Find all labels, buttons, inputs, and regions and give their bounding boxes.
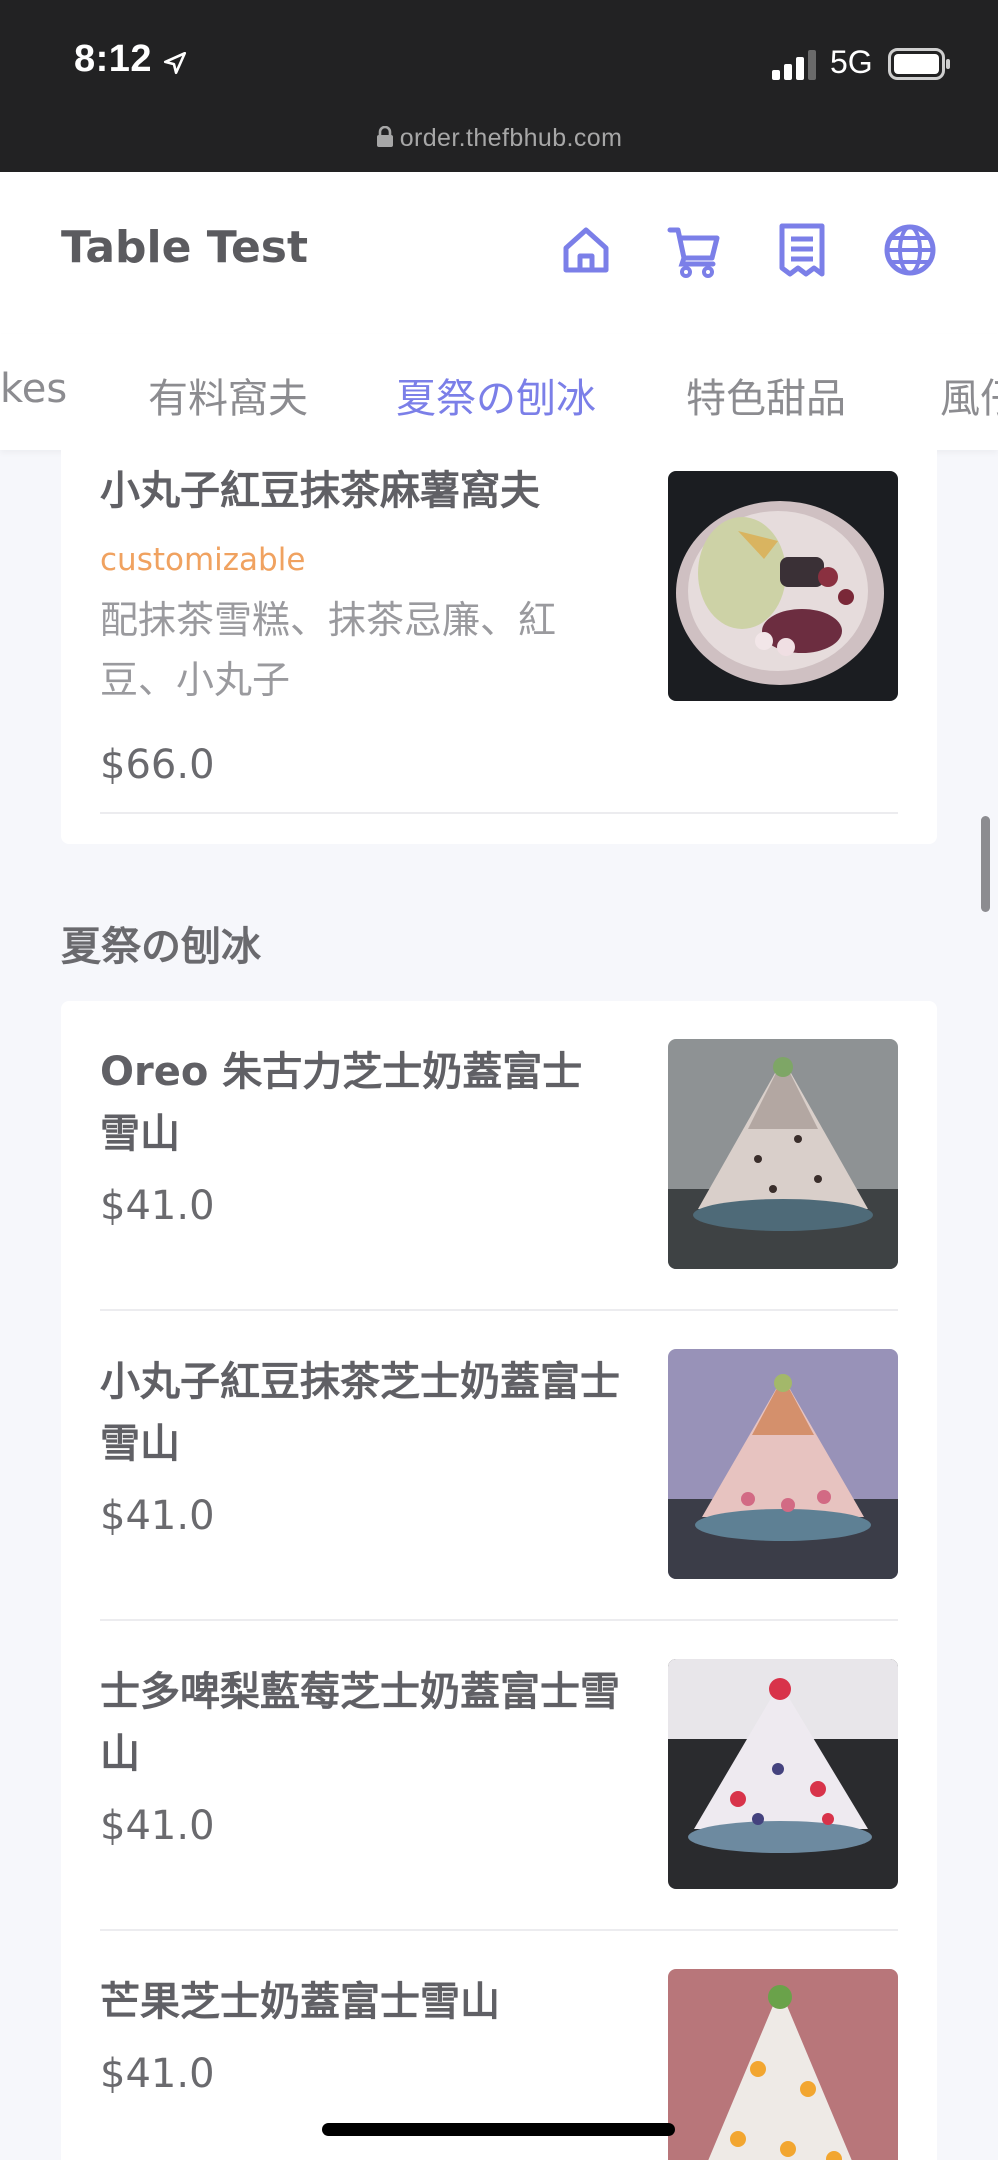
menu-card: 小丸子紅豆抹茶麻薯窩夫 customizable 配抹茶雪糕、抹茶忌廉、紅豆、小… [61,420,937,844]
menu-item[interactable]: 小丸子紅豆抹茶麻薯窩夫 customizable 配抹茶雪糕、抹茶忌廉、紅豆、小… [61,420,937,844]
item-name: 小丸子紅豆抹茶芝士奶蓋富士雪山 [100,1359,620,1467]
menu-item[interactable]: Oreo 朱古力芝士奶蓋富士雪山 $41.0 [61,1001,937,1311]
tab-egg-waffle[interactable]: 風仔 [940,366,998,424]
status-time: 8:12 [74,38,153,80]
tab-special-desserts[interactable]: 特色甜品 [686,366,846,424]
globe-icon[interactable] [882,222,938,278]
menu-content: 小丸子紅豆抹茶麻薯窩夫 customizable 配抹茶雪糕、抹茶忌廉、紅豆、小… [0,420,998,2160]
item-name: 士多啤梨藍莓芝士奶蓋富士雪山 [100,1669,620,1777]
item-name: 芒果芝士奶蓋富士雪山 [100,1979,500,2025]
lock-icon [376,125,394,155]
customizable-badge: customizable [100,542,306,578]
item-photo[interactable] [668,471,898,701]
receipt-icon[interactable] [774,222,830,278]
home-icon[interactable] [558,222,614,278]
scrollbar[interactable] [981,816,990,912]
table-title: Table Test [61,222,309,273]
item-price: $41.0 [100,1493,215,1539]
screen: 8:12 5G order.thefbhub.com Table Test ke… [0,0,998,2160]
item-photo[interactable] [668,1969,898,2160]
cart-icon[interactable] [666,222,722,278]
tab-cakes[interactable]: kes [0,366,67,412]
network-type: 5G [830,44,873,80]
tab-waffles[interactable]: 有料窩夫 [148,366,308,424]
item-price: $66.0 [100,742,215,788]
section-title: 夏祭の刨冰 [61,924,261,970]
item-price: $41.0 [100,2051,215,2097]
home-indicator[interactable] [322,2123,675,2136]
item-name: Oreo 朱古力芝士奶蓋富士雪山 [100,1049,583,1157]
tab-shaved-ice[interactable]: 夏祭の刨冰 [396,366,596,424]
item-price: $41.0 [100,1803,215,1849]
item-divider [100,812,898,814]
location-arrow-icon [162,50,188,80]
item-photo[interactable] [668,1349,898,1579]
item-description: 配抹茶雪糕、抹茶忌廉、紅豆、小丸子 [100,598,557,702]
menu-item[interactable]: 小丸子紅豆抹茶芝士奶蓋富士雪山 $41.0 [61,1311,937,1621]
item-photo[interactable] [668,1659,898,1889]
status-bar: 8:12 5G order.thefbhub.com [0,0,998,172]
menu-item[interactable]: 士多啤梨藍莓芝士奶蓋富士雪山 $41.0 [61,1621,937,1931]
address-bar[interactable]: order.thefbhub.com [0,124,998,155]
item-name: 小丸子紅豆抹茶麻薯窩夫 [100,468,540,514]
app-header: Table Test [0,172,998,336]
signal-strength-icon [772,50,818,84]
item-price: $41.0 [100,1183,215,1229]
item-photo[interactable] [668,1039,898,1269]
url-text: order.thefbhub.com [399,124,623,152]
battery-icon [888,48,952,84]
menu-card: Oreo 朱古力芝士奶蓋富士雪山 $41.0 小丸子紅豆抹茶芝士奶蓋富士雪山 $… [61,1001,937,2160]
